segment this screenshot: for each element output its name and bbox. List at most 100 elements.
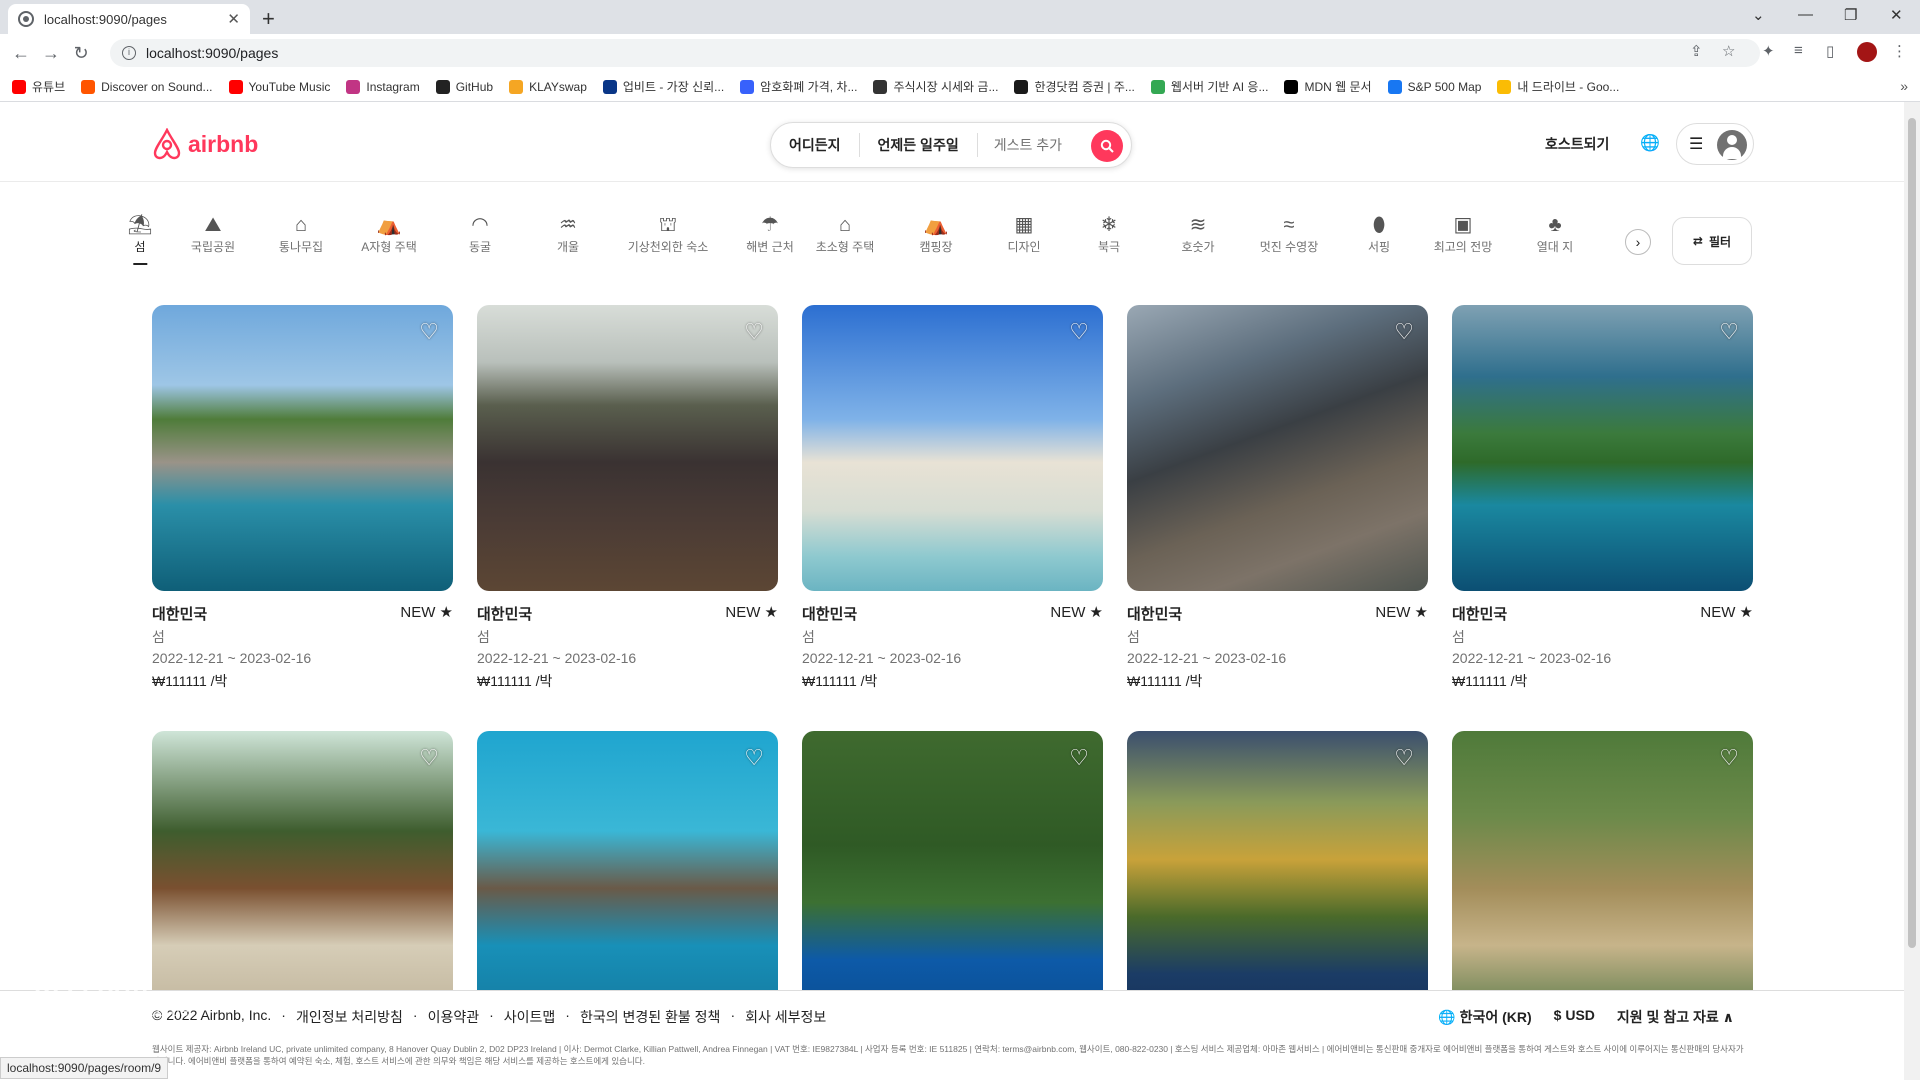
listing-photo[interactable]: ♡ — [1452, 731, 1753, 1017]
bookmark-item[interactable]: YouTube Music — [228, 79, 330, 94]
category-item[interactable]: ☂ 해변 근처 — [746, 212, 794, 255]
globe-icon[interactable]: 🌐 — [1640, 133, 1660, 153]
heart-icon[interactable]: ♡ — [1069, 745, 1089, 771]
category-item[interactable]: ⌂ 통나무집 — [279, 212, 323, 255]
heart-icon[interactable]: ♡ — [1394, 319, 1414, 345]
media-icon[interactable]: ≡ — [1794, 42, 1803, 59]
footer-link[interactable]: 이용약관 — [428, 1007, 480, 1027]
bookmark-item[interactable]: 업비트 - 가장 신뢰... — [602, 78, 724, 95]
heart-icon[interactable]: ♡ — [1394, 745, 1414, 771]
window-close-button[interactable]: ✕ — [1890, 6, 1903, 24]
extensions-icon[interactable]: ✦ — [1762, 42, 1775, 60]
search-bar[interactable]: 어디든지 언제든 일주일 게스트 추가 — [770, 122, 1132, 168]
footer-link[interactable]: 회사 세부정보 — [745, 1007, 826, 1027]
listing-card[interactable]: ♡ — [1452, 731, 1753, 1017]
footer-link[interactable]: 한국의 변경된 환불 정책 — [580, 1007, 720, 1027]
category-item[interactable]: ⛺ 캠핑장 — [919, 212, 952, 255]
share-icon[interactable]: ⇪ — [1690, 42, 1703, 60]
listing-card[interactable]: ♡ 대한민국 NEW ★ 섬 2022-12-21 ~ 2023-02-16 ₩11111… — [802, 305, 1103, 691]
category-item[interactable]: ⬮ 서핑 — [1368, 212, 1390, 255]
footer-link[interactable]: 사이트맵 — [504, 1007, 556, 1027]
bookmark-item[interactable]: 내 드라이브 - Goo... — [1497, 78, 1619, 95]
airbnb-logo[interactable]: airbnb — [152, 128, 258, 160]
search-where[interactable]: 어디든지 — [771, 133, 860, 157]
bookmark-item[interactable]: 유튜브 — [12, 78, 65, 95]
listing-card[interactable]: ♡ 대한민국 NEW ★ 섬 2022-12-21 ~ 2023-02-16 ₩11111… — [152, 305, 453, 691]
bookmark-item[interactable]: 웹서버 기반 AI 응... — [1150, 78, 1268, 95]
listing-card[interactable]: ♡ 대한민국 NEW ★ 섬 2022-12-21 ~ 2023-02-16 ₩11111… — [1452, 305, 1753, 691]
profile-avatar[interactable] — [1857, 42, 1877, 62]
category-item[interactable]: ⛺ A자형 주택 — [361, 212, 417, 255]
bookmark-item[interactable]: 주식시장 시세와 금... — [873, 78, 998, 95]
category-item[interactable]: ▦ 디자인 — [1007, 212, 1040, 255]
listing-photo[interactable]: ♡ — [1452, 305, 1753, 591]
currency-button[interactable]: $ USD — [1554, 1007, 1595, 1027]
url-input[interactable]: i localhost:9090/pages — [110, 39, 1760, 67]
bookmark-item[interactable]: S&P 500 Map — [1387, 79, 1481, 94]
listing-card[interactable]: ♡ — [152, 731, 453, 1017]
listing-photo[interactable]: ♡ — [152, 731, 453, 1017]
back-icon[interactable]: ← — [6, 43, 36, 64]
listing-photo[interactable]: ♡ — [477, 305, 778, 591]
listing-card[interactable]: ♡ — [802, 731, 1103, 1017]
user-menu-button[interactable]: ☰ — [1676, 123, 1754, 165]
search-button[interactable] — [1091, 130, 1123, 162]
category-item[interactable]: ⛫ 기상천외한 숙소 — [628, 212, 709, 255]
browser-tab[interactable]: localhost:9090/pages ✕ — [8, 4, 250, 34]
restore-button[interactable]: ❐ — [1844, 6, 1857, 24]
category-item[interactable]: ❄ 북극 — [1098, 212, 1120, 255]
listing-photo[interactable]: ♡ — [1127, 305, 1428, 591]
listing-card[interactable]: ♡ 대한민국 NEW ★ 섬 2022-12-21 ~ 2023-02-16 ₩11111… — [1127, 305, 1428, 691]
category-item[interactable]: ▣ 최고의 전망 — [1434, 212, 1493, 255]
heart-icon[interactable]: ♡ — [419, 319, 439, 345]
heart-icon[interactable]: ♡ — [1719, 745, 1739, 771]
listing-photo[interactable]: ♡ — [1127, 731, 1428, 1017]
scrollbar[interactable] — [1904, 102, 1920, 1080]
become-host-link[interactable]: 호스트되기 — [1545, 134, 1609, 154]
reload-icon[interactable]: ↻ — [66, 43, 96, 64]
category-item[interactable]: ♒ 개울 — [557, 212, 579, 255]
heart-icon[interactable]: ♡ — [744, 319, 764, 345]
filter-button[interactable]: ⇄ 필터 — [1672, 217, 1752, 265]
heart-icon[interactable]: ♡ — [1069, 319, 1089, 345]
chevron-down-icon[interactable]: ⌄ — [1752, 6, 1765, 24]
support-button[interactable]: 지원 및 참고 자료 ∧ — [1617, 1007, 1734, 1027]
category-item[interactable]: ⛱ 섬 — [127, 212, 152, 265]
bookmark-item[interactable]: KLAYswap — [509, 79, 587, 94]
info-icon[interactable]: i — [122, 46, 136, 60]
bookmark-item[interactable]: 한경닷컴 증권 | 주... — [1014, 78, 1135, 95]
heart-icon[interactable]: ♡ — [744, 745, 764, 771]
search-when[interactable]: 언제든 일주일 — [860, 133, 978, 157]
minimize-button[interactable]: — — [1798, 6, 1813, 23]
menu-dots-icon[interactable]: ⋮ — [1892, 42, 1907, 60]
listing-photo[interactable]: ♡ — [152, 305, 453, 591]
heart-icon[interactable]: ♡ — [419, 745, 439, 771]
star-icon[interactable]: ☆ — [1722, 42, 1735, 60]
listing-card[interactable]: ♡ — [477, 731, 778, 1017]
footer-link[interactable]: 개인정보 처리방침 — [296, 1007, 403, 1027]
listing-photo[interactable]: ♡ — [802, 731, 1103, 1017]
bookmark-item[interactable]: 암호화폐 가격, 차... — [740, 78, 857, 95]
bookmark-item[interactable]: Discover on Sound... — [81, 79, 213, 94]
forward-icon[interactable]: → — [36, 43, 66, 64]
chevron-right-icon[interactable]: › — [1625, 229, 1651, 255]
category-item[interactable]: ⌂ 초소형 주택 — [816, 212, 875, 255]
language-button[interactable]: 🌐 한국어 (KR) — [1438, 1007, 1531, 1027]
listing-photo[interactable]: ♡ — [802, 305, 1103, 591]
new-tab-button[interactable]: + — [262, 6, 275, 32]
listing-card[interactable]: ♡ — [1127, 731, 1428, 1017]
bookmark-item[interactable]: Instagram — [346, 79, 420, 94]
category-item[interactable]: ⛰ 국립공원 — [191, 212, 235, 255]
scrollbar-thumb[interactable] — [1908, 118, 1916, 948]
category-item[interactable]: ◠ 동굴 — [469, 212, 491, 255]
close-icon[interactable]: ✕ — [227, 10, 240, 28]
category-item[interactable]: ≈ 멋진 수영장 — [1260, 212, 1319, 255]
listing-card[interactable]: ♡ 대한민국 NEW ★ 섬 2022-12-21 ~ 2023-02-16 ₩11111… — [477, 305, 778, 691]
bookmark-item[interactable]: GitHub — [435, 79, 493, 94]
listing-photo[interactable]: ♡ — [477, 731, 778, 1017]
sidepanel-icon[interactable]: ▯ — [1826, 42, 1834, 60]
category-item[interactable]: ♣ 열대 지 — [1537, 212, 1573, 255]
category-item[interactable]: ≋ 호숫가 — [1181, 212, 1214, 255]
search-guest[interactable]: 게스트 추가 — [978, 135, 1062, 155]
heart-icon[interactable]: ♡ — [1719, 319, 1739, 345]
